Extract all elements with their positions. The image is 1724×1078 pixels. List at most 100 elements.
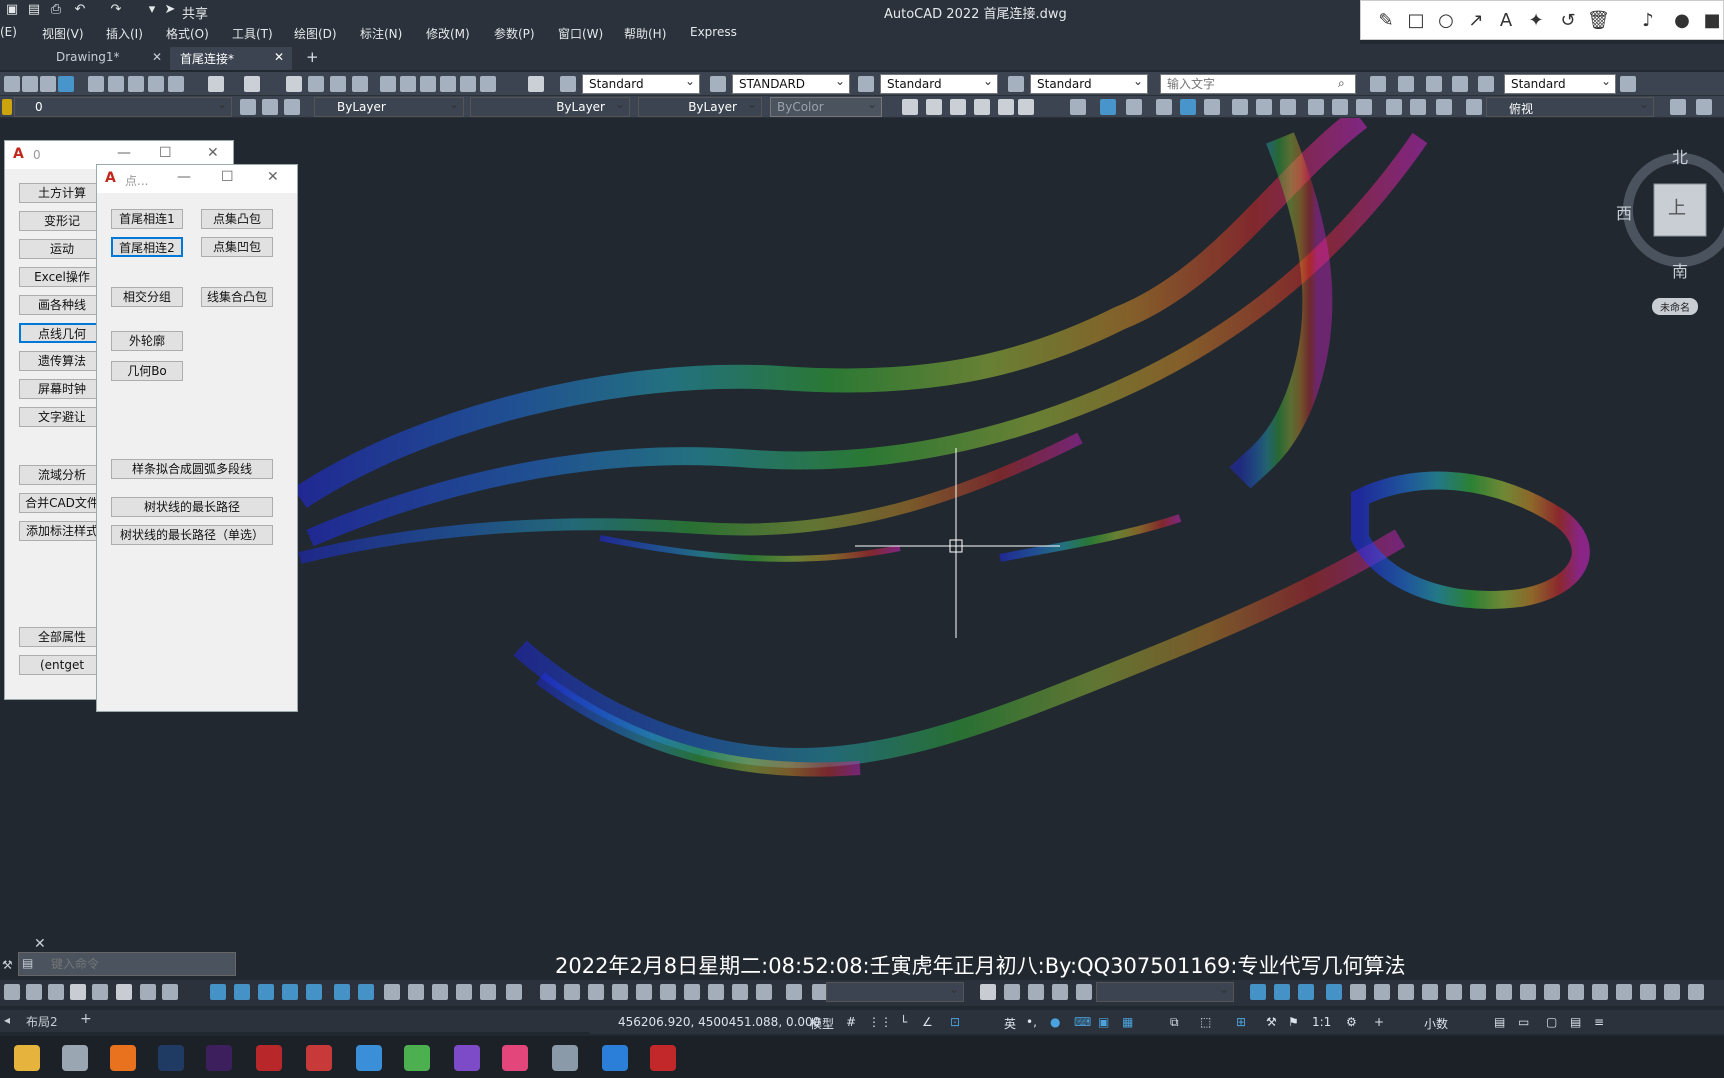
right-view-icon[interactable] bbox=[612, 984, 628, 1000]
viewcube-face[interactable]: 上 bbox=[1668, 194, 1686, 220]
fly-icon[interactable] bbox=[480, 984, 496, 1000]
visual-studio-icon[interactable] bbox=[454, 1045, 480, 1071]
find-text-input[interactable] bbox=[1160, 74, 1356, 94]
view-combo[interactable]: 俯视 bbox=[1486, 97, 1654, 117]
auto-scale-icon[interactable]: ⚑ bbox=[1288, 1015, 1299, 1029]
layout-tab[interactable]: 布局2 bbox=[26, 1013, 58, 1030]
autocad-icon[interactable] bbox=[256, 1045, 282, 1071]
ucs-3point-icon[interactable] bbox=[1280, 99, 1296, 115]
ucs-y-icon[interactable] bbox=[1332, 99, 1348, 115]
app-icon[interactable] bbox=[356, 1045, 382, 1071]
solid-edit-icon[interactable] bbox=[1298, 984, 1314, 1000]
tab-current-drawing[interactable]: 首尾连接* ✕ bbox=[170, 47, 292, 70]
dynamic-ucs-icon[interactable]: ⊞ bbox=[1236, 1015, 1246, 1029]
close-icon[interactable]: ✕ bbox=[152, 50, 162, 64]
render-region-icon[interactable] bbox=[1616, 984, 1632, 1000]
3d-scale-icon[interactable] bbox=[1398, 984, 1414, 1000]
calculator-icon[interactable] bbox=[480, 76, 496, 92]
free-orbit-icon[interactable] bbox=[408, 984, 424, 1000]
multileader-style-combo-2[interactable]: Standard bbox=[1504, 74, 1616, 94]
slice-icon[interactable] bbox=[1470, 984, 1486, 1000]
publish-icon[interactable] bbox=[58, 76, 74, 92]
concave-hull-button[interactable]: 点集凹包 bbox=[201, 237, 273, 257]
compass-west[interactable]: 西 bbox=[1616, 200, 1632, 224]
materials-icon[interactable] bbox=[1544, 984, 1560, 1000]
ime-language[interactable]: 英 bbox=[1004, 1015, 1016, 1032]
ucs-icon[interactable] bbox=[1070, 99, 1086, 115]
motion-button[interactable]: 运动 bbox=[19, 239, 105, 259]
menu-format[interactable]: 格式(O) bbox=[166, 25, 209, 42]
linetype-combo[interactable]: ByLayer bbox=[470, 97, 630, 117]
camera-icon[interactable]: ■ bbox=[1701, 10, 1723, 31]
front-view-icon[interactable] bbox=[636, 984, 652, 1000]
layer-properties-icon[interactable] bbox=[240, 99, 256, 115]
microphone-icon[interactable]: ● bbox=[1671, 10, 1693, 31]
command-history-icon[interactable]: ▤ bbox=[22, 956, 33, 970]
zoom-previous-icon[interactable] bbox=[352, 76, 368, 92]
arrow-icon[interactable]: ↗ bbox=[1465, 10, 1487, 31]
3d-array-icon[interactable] bbox=[1446, 984, 1462, 1000]
3d-osnap-icon[interactable]: ⬚ bbox=[1200, 1015, 1211, 1029]
minimize-icon[interactable]: — bbox=[117, 145, 131, 161]
draw-tool-icon[interactable] bbox=[4, 984, 20, 1000]
sheet-set-icon[interactable] bbox=[440, 76, 456, 92]
gear-icon[interactable]: ⚙ bbox=[1346, 1015, 1357, 1029]
view-icon[interactable] bbox=[1466, 99, 1482, 115]
table-style-combo[interactable]: Standard bbox=[880, 74, 998, 94]
lightbulb-icon[interactable] bbox=[2, 99, 12, 115]
collect-leader-icon[interactable] bbox=[1478, 76, 1494, 92]
customization-icon[interactable]: ≡ bbox=[1594, 1015, 1604, 1029]
speaker-icon[interactable]: ♪ bbox=[1637, 10, 1659, 31]
ucs-settings-icon[interactable] bbox=[1436, 99, 1452, 115]
ucs-view-icon[interactable] bbox=[1204, 99, 1220, 115]
undo-icon[interactable]: ↶ bbox=[72, 2, 88, 18]
file-explorer-icon[interactable] bbox=[14, 1045, 40, 1071]
print-icon[interactable]: ⎙ bbox=[48, 2, 64, 18]
design-center-icon[interactable] bbox=[400, 76, 416, 92]
merge-cad-button[interactable]: 合并CAD文件 bbox=[19, 493, 105, 513]
align-leader-icon[interactable] bbox=[1452, 76, 1468, 92]
ucs-apply-icon[interactable] bbox=[1386, 99, 1402, 115]
solid-edit-icon[interactable] bbox=[1274, 984, 1290, 1000]
menu-window[interactable]: 窗口(W) bbox=[558, 25, 603, 42]
pan-icon[interactable] bbox=[980, 984, 996, 1000]
entget-button[interactable]: (entget bbox=[19, 655, 105, 675]
sun-icon[interactable] bbox=[1568, 984, 1584, 1000]
print-icon[interactable] bbox=[40, 76, 56, 92]
connect-ends-1-button[interactable]: 首尾相连1 bbox=[111, 209, 183, 229]
helix-icon[interactable] bbox=[162, 984, 178, 1000]
app-icon[interactable] bbox=[306, 1045, 332, 1071]
add-layout-icon[interactable]: + bbox=[80, 1011, 92, 1027]
tree-longest-path-single-button[interactable]: 树状线的最长路径（单选） bbox=[111, 525, 273, 545]
ucs-origin-icon[interactable] bbox=[1232, 99, 1248, 115]
ucs-face-icon[interactable] bbox=[1156, 99, 1172, 115]
lineweight-combo[interactable]: ByLayer bbox=[638, 97, 762, 117]
selection-cycling-icon[interactable]: ⧉ bbox=[1170, 1015, 1179, 1030]
render-settings-icon[interactable] bbox=[1640, 984, 1656, 1000]
earthwork-button[interactable]: 土方计算 bbox=[19, 183, 105, 203]
copy-icon[interactable] bbox=[108, 76, 124, 92]
snap-block-icon[interactable] bbox=[1018, 99, 1034, 115]
ucs-world-icon[interactable] bbox=[1100, 99, 1116, 115]
menu-dimension[interactable]: 标注(N) bbox=[360, 25, 402, 42]
toolbox-icon[interactable]: ▦ bbox=[1122, 1015, 1133, 1029]
multileader-style-manager-icon[interactable] bbox=[1620, 76, 1636, 92]
grid-icon[interactable]: # bbox=[846, 1015, 856, 1029]
redo-icon[interactable] bbox=[244, 76, 260, 92]
autocad-icon[interactable] bbox=[650, 1045, 676, 1071]
close-icon[interactable]: ✕ bbox=[207, 145, 219, 161]
wrench-icon[interactable]: ⚒ bbox=[2, 958, 13, 972]
text-style-combo[interactable]: Standard bbox=[582, 74, 700, 94]
text-style-icon[interactable] bbox=[560, 76, 576, 92]
maximize-icon[interactable]: ☐ bbox=[221, 169, 234, 185]
premiere-icon[interactable] bbox=[206, 1045, 232, 1071]
convex-hull-button[interactable]: 点集凸包 bbox=[201, 209, 273, 229]
named-ucs-icon[interactable] bbox=[1410, 99, 1426, 115]
add-dim-style-button[interactable]: 添加标注样式 bbox=[19, 521, 105, 541]
all-properties-button[interactable]: 全部属性 bbox=[19, 627, 105, 647]
undo-icon[interactable]: ↺ bbox=[1557, 10, 1579, 31]
open-icon[interactable] bbox=[22, 76, 38, 92]
snap-icon[interactable]: ⋮⋮ bbox=[868, 1015, 892, 1029]
plot-style-combo[interactable]: ByColor bbox=[770, 97, 882, 117]
layout-menu-icon[interactable]: ◂ bbox=[4, 1013, 10, 1027]
